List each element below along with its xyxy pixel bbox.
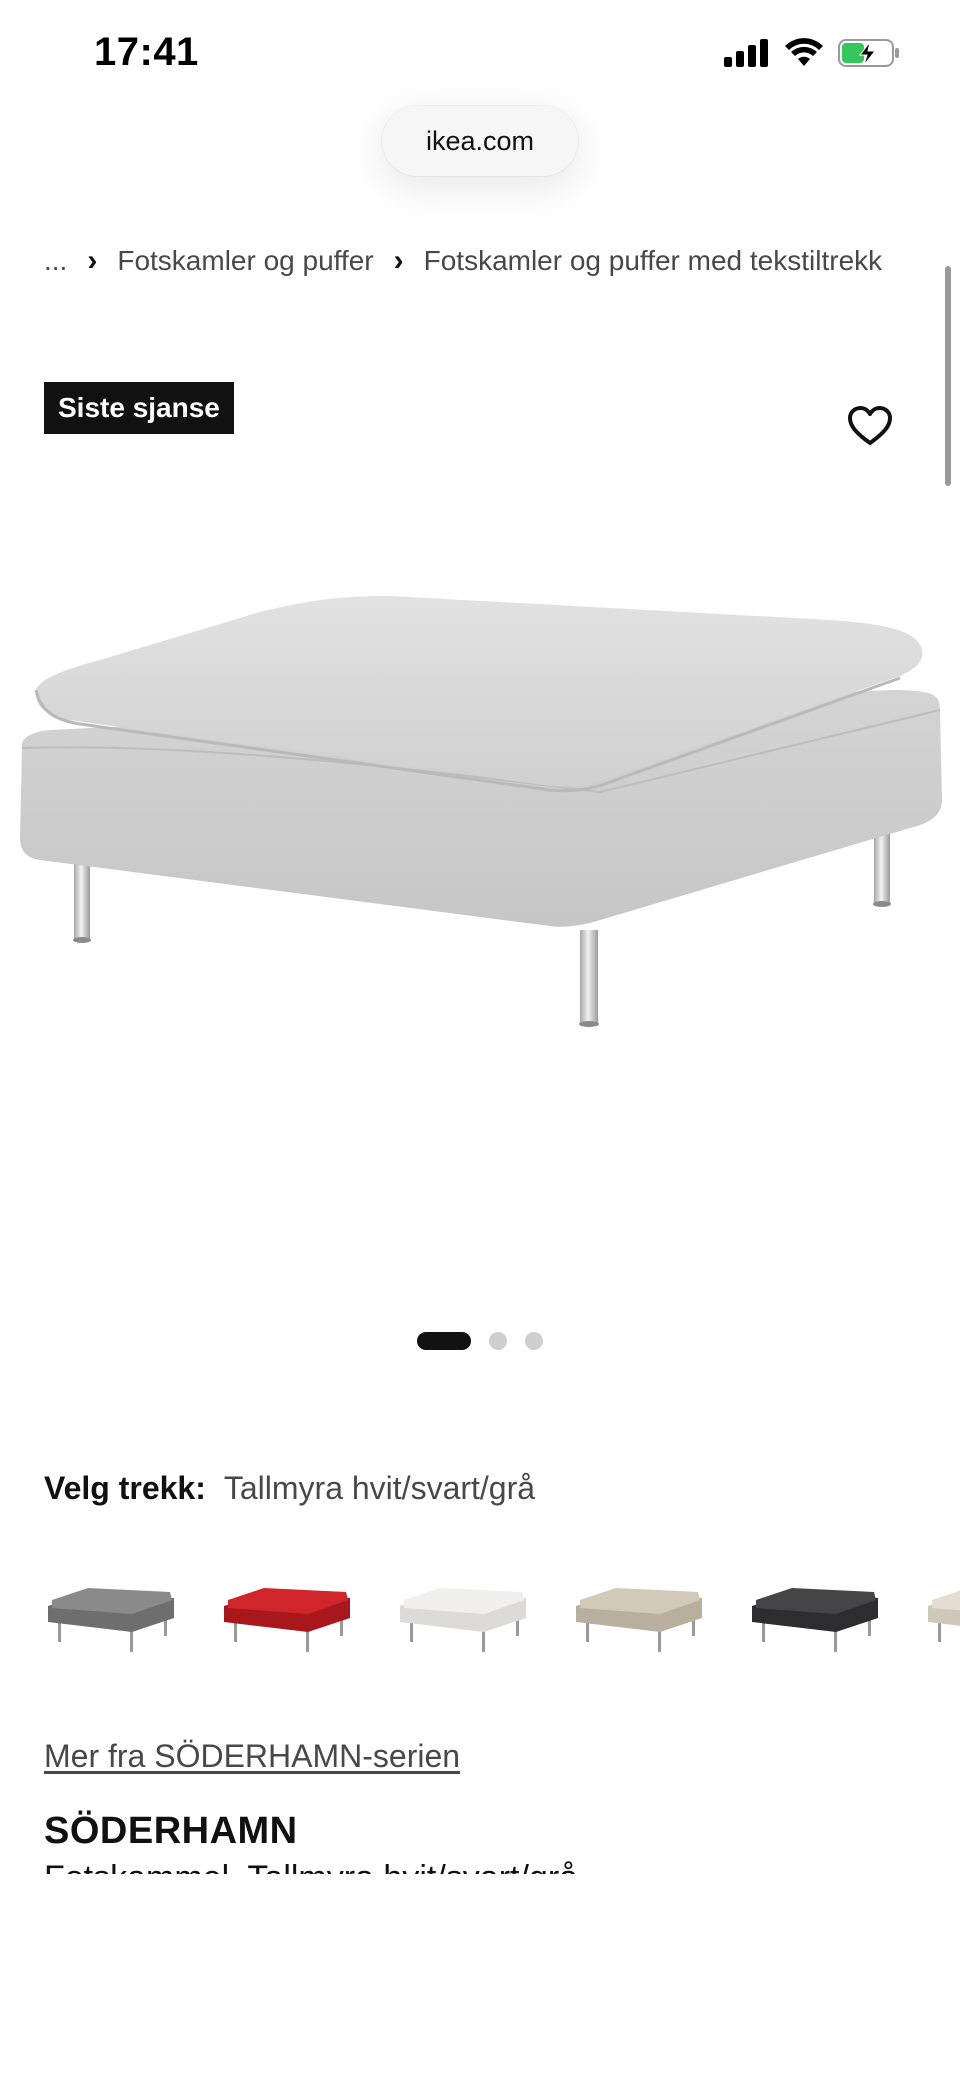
swatch-red[interactable] [220,1568,356,1668]
status-time: 17:41 [94,30,199,74]
status-icons [724,38,900,68]
series-link[interactable]: Mer fra SÖDERHAMN-serien [44,1738,460,1775]
breadcrumb: ... › Fotskamler og puffer › Fotskamler … [44,244,882,278]
swatch-white[interactable] [396,1568,532,1668]
product-description: Fotskammel, Tallmyra hvit/svart/grå [44,1858,924,1874]
product-image[interactable] [10,560,950,1100]
last-chance-badge: Siste sjanse [44,382,234,434]
carousel-dot-active[interactable] [417,1332,471,1350]
chevron-right-icon: › [87,244,98,277]
chevron-right-icon: › [393,244,404,277]
swatch-dark-grey[interactable] [748,1568,884,1668]
breadcrumb-item-footstools[interactable]: Fotskamler og puffer [117,245,373,277]
image-carousel-dots [0,1332,960,1350]
battery-charging-icon [838,39,899,67]
swatch-beige[interactable] [572,1568,708,1668]
status-bar: 17:41 [0,0,960,110]
url-bar[interactable]: ikea.com [382,106,578,176]
heart-outline-icon [848,406,892,445]
cover-swatches [44,1568,960,1678]
carousel-dot[interactable] [489,1332,507,1350]
swatch-light-beige[interactable] [924,1568,960,1668]
variant-selector: Velg trekk: Tallmyra hvit/svart/grå [44,1470,535,1507]
favorite-button[interactable] [846,402,894,450]
carousel-dot[interactable] [525,1332,543,1350]
breadcrumb-ellipsis[interactable]: ... [44,245,67,277]
signal-icon [724,39,768,67]
product-description-clip: Fotskammel, Tallmyra hvit/svart/grå [44,1858,924,1874]
product-name: SÖDERHAMN [44,1810,298,1852]
variant-value: Tallmyra hvit/svart/grå [223,1470,536,1506]
variant-label: Velg trekk: [44,1470,206,1506]
breadcrumb-item-footstools-textile[interactable]: Fotskamler og puffer med tekstiltrekk [424,245,883,277]
swatch-grey[interactable] [44,1568,180,1668]
scrollbar[interactable] [945,266,951,486]
wifi-icon [785,38,823,66]
